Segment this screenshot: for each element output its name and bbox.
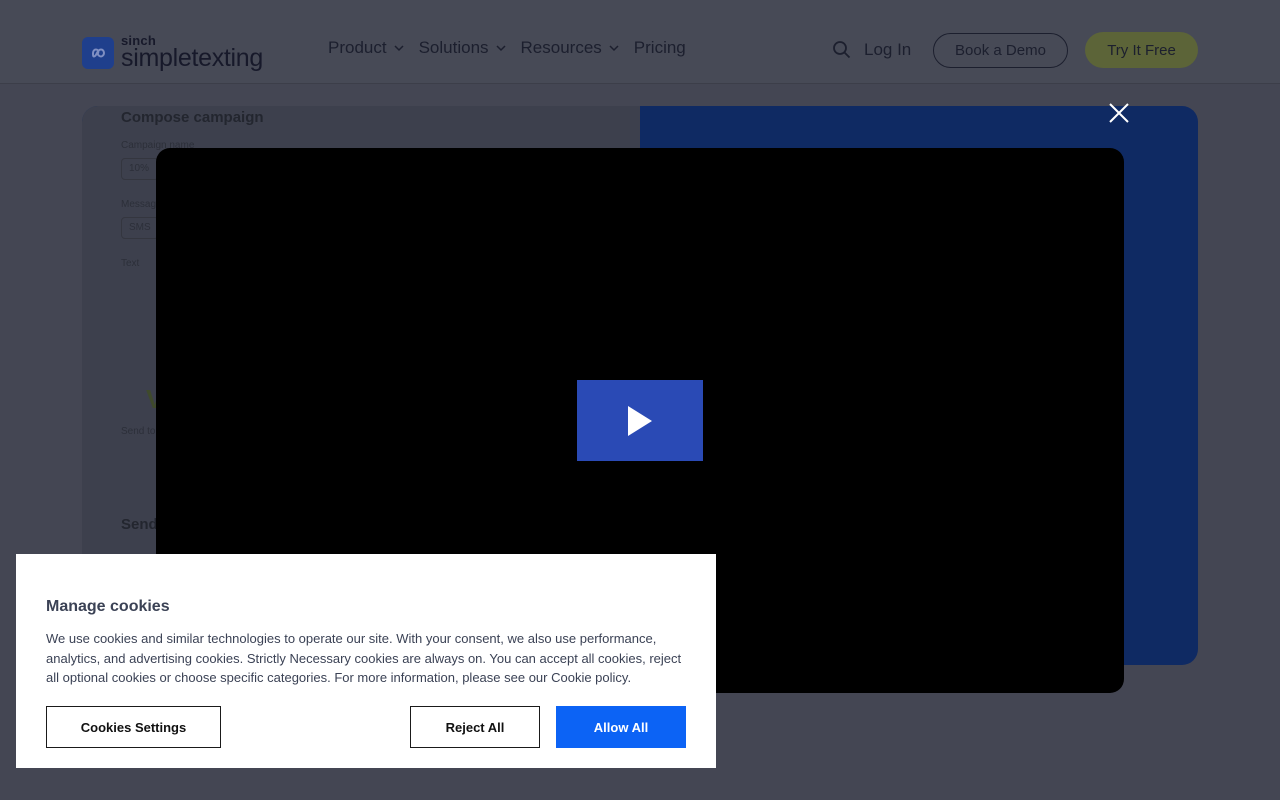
nav-resources-label: Resources: [520, 38, 602, 57]
play-icon: [628, 405, 652, 436]
send-title: Send: [121, 516, 158, 533]
main-nav: Product Solutions Resources Pricing: [328, 38, 700, 58]
close-icon[interactable]: [1107, 101, 1131, 125]
campaign-name-field: 10%: [121, 158, 159, 180]
search-icon[interactable]: [832, 40, 852, 60]
nav-product[interactable]: Product: [328, 38, 405, 58]
site-header: sinch simpletexting Product Solutions Re…: [0, 0, 1280, 84]
chevron-down-icon: [609, 45, 619, 52]
compose-title: Compose campaign: [121, 109, 264, 126]
cookie-banner: Manage cookies We use cookies and simila…: [16, 554, 716, 768]
nav-pricing-label: Pricing: [633, 38, 686, 57]
nav-resources[interactable]: Resources: [521, 38, 620, 58]
message-type-field: SMS: [121, 217, 159, 239]
nav-pricing[interactable]: Pricing: [634, 38, 686, 58]
brand-logo[interactable]: sinch simpletexting: [82, 34, 263, 71]
book-demo-button[interactable]: Book a Demo: [933, 33, 1068, 68]
brand-name: simpletexting: [121, 44, 263, 72]
nav-product-label: Product: [328, 38, 387, 57]
try-free-button[interactable]: Try It Free: [1085, 32, 1198, 68]
infinity-logo-icon: [82, 36, 114, 69]
nav-solutions-label: Solutions: [418, 38, 489, 57]
cookie-description: We use cookies and similar technologies …: [46, 631, 682, 685]
login-link[interactable]: Log In: [864, 40, 911, 60]
play-button[interactable]: [577, 380, 703, 461]
cookie-title: Manage cookies: [46, 598, 170, 615]
send-to-label: Send to: [121, 426, 156, 437]
reject-all-button[interactable]: Reject All: [410, 706, 540, 748]
chevron-down-icon: [394, 45, 404, 52]
cookies-settings-button[interactable]: Cookies Settings: [46, 706, 221, 748]
nav-solutions[interactable]: Solutions: [419, 38, 507, 58]
chevron-down-icon: [496, 45, 506, 52]
text-label: Text: [121, 258, 140, 269]
allow-all-button[interactable]: Allow All: [556, 706, 686, 748]
